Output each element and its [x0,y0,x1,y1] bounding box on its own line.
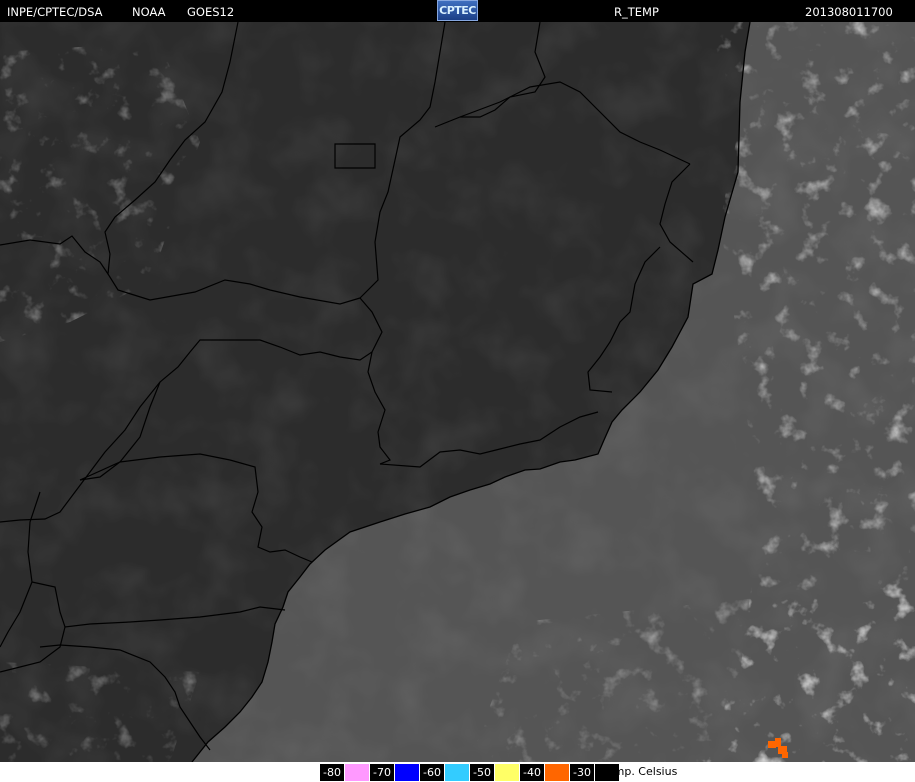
legend-unit: Temp. Celsius [602,765,678,778]
provider-label: NOAA [132,5,166,19]
satellite-map [0,22,915,762]
legend-label-4: -40 [520,764,544,781]
legend-swatch-2 [445,764,469,781]
legend-swatch-1 [395,764,419,781]
legend-label-3: -50 [470,764,494,781]
header-bar: INPE/CPTEC/DSA NOAA GOES12 CPTEC R_TEMP … [0,0,915,22]
temperature-legend: -80 -70 -60 -50 -40 -30 Temp. Celsius [0,762,915,782]
legend-label-2: -60 [420,764,444,781]
legend-label-0: -80 [320,764,344,781]
legend-swatch-4 [545,764,569,781]
legend-label-5: -30 [570,764,594,781]
cptec-logo: CPTEC [437,0,478,21]
legend-label-1: -70 [370,764,394,781]
timestamp-label: 201308011700 [805,5,893,19]
product-label: R_TEMP [614,5,659,19]
cloud-layer [0,22,915,762]
agency-label: INPE/CPTEC/DSA [7,5,103,19]
satellite-label: GOES12 [187,5,235,19]
legend-swatch-0 [345,764,369,781]
legend-swatch-3 [495,764,519,781]
